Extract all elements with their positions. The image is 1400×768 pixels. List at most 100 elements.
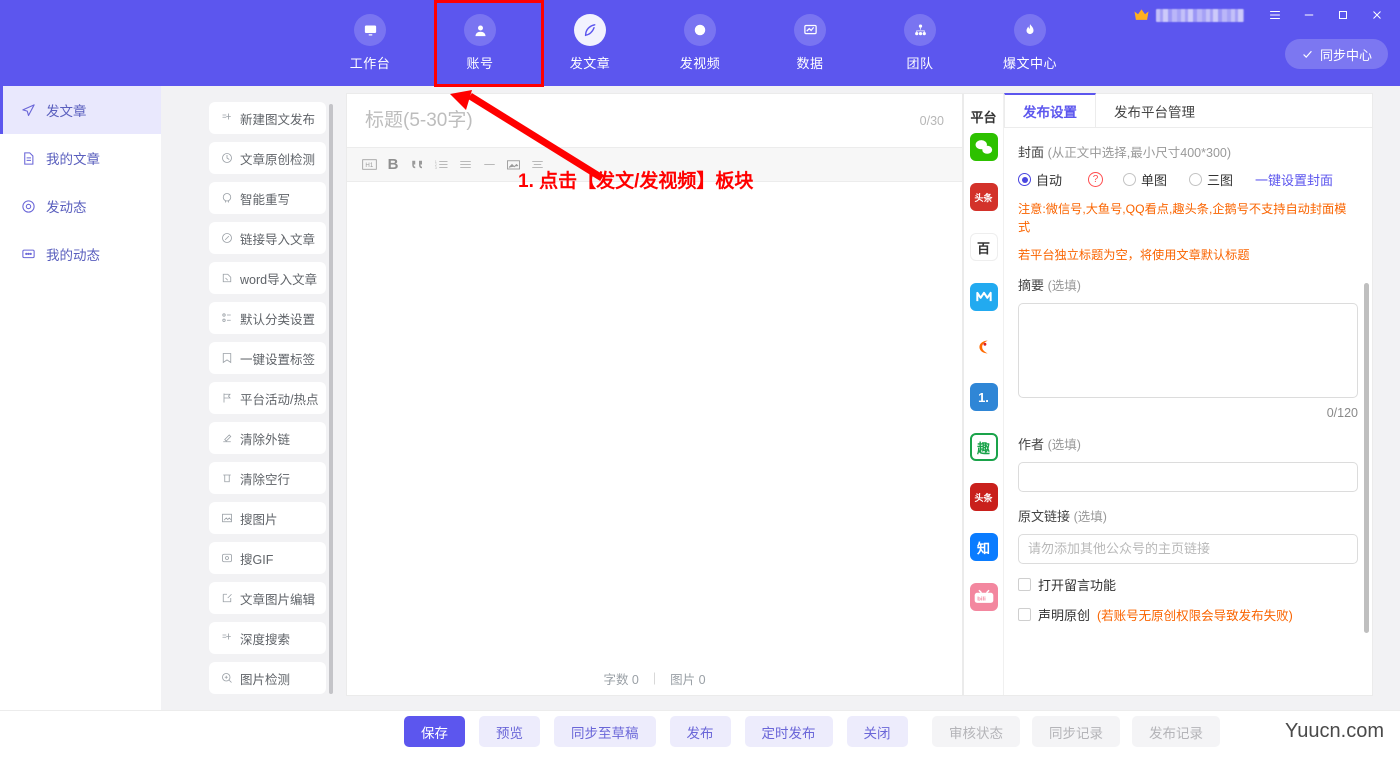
source-link-input[interactable]: [1018, 533, 1358, 564]
platform-icon-baijiahao[interactable]: 百: [969, 233, 998, 261]
platform-column: 平台 头条百 1. 趣头条知 bili: [964, 94, 1004, 695]
tool-item[interactable]: 智能重写: [209, 182, 326, 214]
sidebar-item-my-articles[interactable]: 我的文章: [0, 134, 161, 182]
action-button[interactable]: 关闭: [846, 716, 908, 747]
heading-icon[interactable]: H1: [357, 153, 381, 177]
tool-item[interactable]: 搜图片: [209, 502, 326, 534]
tab-publish-settings[interactable]: 发布设置: [1004, 93, 1096, 127]
platform-icon-glyph: 头条: [974, 492, 993, 503]
vip-crown-icon: [1133, 8, 1150, 23]
platform-icon-bilibili[interactable]: bili: [969, 583, 998, 611]
ordered-list-icon[interactable]: 123: [429, 153, 453, 177]
checkbox-original[interactable]: 声明原创 (若账号无原创权限会导致发布失败): [1018, 605, 1358, 624]
nav-item-hot-center[interactable]: 爆文中心: [975, 0, 1085, 86]
platform-icon-glyph: 趣: [976, 440, 990, 456]
svg-text:3: 3: [434, 166, 436, 170]
panel-scrollbar[interactable]: [1364, 283, 1369, 633]
app-window: 工作台 账号 发文章 发视频 数据 团队 爆文中心 同步中心 发文章 我的文章 …: [0, 0, 1400, 768]
comment-icon: [20, 246, 37, 263]
document-icon: [20, 150, 37, 167]
tool-item[interactable]: 深度搜索: [209, 622, 326, 654]
minimize-icon[interactable]: [1292, 0, 1326, 30]
tab-platform-management[interactable]: 发布平台管理: [1096, 94, 1213, 128]
platform-icon-qutoutiao[interactable]: 趣: [969, 433, 998, 461]
cover-option-auto[interactable]: 自动: [1018, 170, 1062, 189]
edit-image-icon: [220, 592, 233, 605]
quote-icon[interactable]: [405, 153, 429, 177]
platform-icon-toutiao[interactable]: 头条: [969, 183, 998, 211]
check-icon: [1303, 50, 1312, 58]
platform-icon-yidianzixun[interactable]: 1.: [969, 383, 998, 411]
title-row: 0/30: [347, 94, 962, 148]
platform-icon-wechat[interactable]: [969, 133, 998, 161]
action-button[interactable]: 发布记录: [1132, 716, 1220, 747]
sidebar-item-publish-moment[interactable]: 发动态: [0, 182, 161, 230]
nav-item-account[interactable]: 账号: [425, 0, 535, 86]
tool-list-scrollbar[interactable]: [329, 104, 333, 694]
nav-item-publish-article[interactable]: 发文章: [535, 0, 645, 86]
article-title-input[interactable]: [365, 109, 920, 132]
sidebar-item-my-moments[interactable]: 我的动态: [0, 230, 161, 278]
tool-item[interactable]: 新建图文发布: [209, 102, 326, 134]
window-titlebar: [1133, 0, 1400, 30]
platform-icon-zhihu[interactable]: 知: [969, 533, 998, 561]
sidebar-item-label: 发文章: [46, 104, 87, 119]
platform-icon-sohuhao[interactable]: [969, 333, 998, 361]
nav-item-team[interactable]: 团队: [865, 0, 975, 86]
maximize-icon[interactable]: [1326, 0, 1360, 30]
tool-item-label: 智能重写: [240, 192, 291, 207]
tool-item[interactable]: 图片检测: [209, 662, 326, 694]
tool-item[interactable]: 清除空行: [209, 462, 326, 494]
tool-item[interactable]: word导入文章: [209, 262, 326, 294]
action-button[interactable]: 同步至草稿: [554, 716, 656, 747]
source-link-optional-text: (选填): [1073, 509, 1107, 524]
platform-icon-dayuhao[interactable]: [969, 283, 998, 311]
bullet-list-icon[interactable]: [453, 153, 477, 177]
platform-column-title: 平台: [970, 109, 997, 125]
action-button[interactable]: 同步记录: [1032, 716, 1120, 747]
cover-option-triple[interactable]: 三图: [1189, 170, 1233, 189]
radio-dot: [1018, 173, 1031, 186]
svg-text:bili: bili: [977, 596, 986, 602]
nav-item-publish-video[interactable]: 发视频: [645, 0, 755, 86]
menu-icon[interactable]: [1258, 0, 1292, 30]
cover-option-single[interactable]: 单图: [1123, 170, 1167, 189]
nav-label: 爆文中心: [1002, 56, 1057, 71]
sidebar-item-publish-article[interactable]: 发文章: [0, 86, 161, 134]
tool-item[interactable]: 文章图片编辑: [209, 582, 326, 614]
action-button[interactable]: 发布: [669, 716, 731, 747]
horizontal-rule-icon[interactable]: [477, 153, 501, 177]
set-cover-link[interactable]: 一键设置封面: [1255, 170, 1333, 189]
summary-textarea[interactable]: [1018, 302, 1358, 398]
tool-item[interactable]: 平台活动/热点: [209, 382, 326, 414]
tool-item[interactable]: 文章原创检测: [209, 142, 326, 174]
checkbox-comments[interactable]: 打开留言功能: [1018, 575, 1358, 594]
tool-item[interactable]: 清除外链: [209, 422, 326, 454]
tool-item[interactable]: 一键设置标签: [209, 342, 326, 374]
source-link-label: 原文链接 (选填): [1018, 506, 1358, 525]
radio-dot: [1123, 173, 1137, 186]
originality-check-icon: [220, 152, 233, 165]
tool-item[interactable]: 默认分类设置: [209, 302, 326, 334]
panel-body: 封面 (从正文中选择,最小尺寸400*300) 自动 ? 单图 三图 一键设置封…: [1004, 128, 1372, 695]
platform-icon-toutiao-alt[interactable]: 头条: [969, 483, 998, 511]
nav-item-workbench[interactable]: 工作台: [315, 0, 425, 86]
sync-center-button[interactable]: 同步中心: [1284, 39, 1388, 69]
radio-label: 三图: [1207, 173, 1234, 188]
action-button[interactable]: 保存: [404, 716, 465, 747]
play-circle-icon: [684, 14, 716, 46]
checkbox-label: 打开留言功能: [1038, 577, 1117, 593]
action-button[interactable]: 预览: [479, 716, 540, 747]
tool-item-label: 搜GIF: [240, 552, 274, 567]
author-input[interactable]: [1018, 461, 1358, 492]
tool-item[interactable]: 搜GIF: [209, 542, 326, 574]
editor-content-area[interactable]: [347, 182, 962, 662]
nav-item-data[interactable]: 数据: [755, 0, 865, 86]
action-button[interactable]: 审核状态: [932, 716, 1020, 747]
tool-item[interactable]: 链接导入文章: [209, 222, 326, 254]
bold-icon[interactable]: B: [381, 153, 405, 177]
action-button[interactable]: 定时发布: [744, 716, 833, 747]
close-icon[interactable]: [1360, 0, 1394, 30]
sidebar-item-label: 发动态: [46, 200, 87, 215]
question-mark-icon[interactable]: ?: [1088, 172, 1104, 187]
